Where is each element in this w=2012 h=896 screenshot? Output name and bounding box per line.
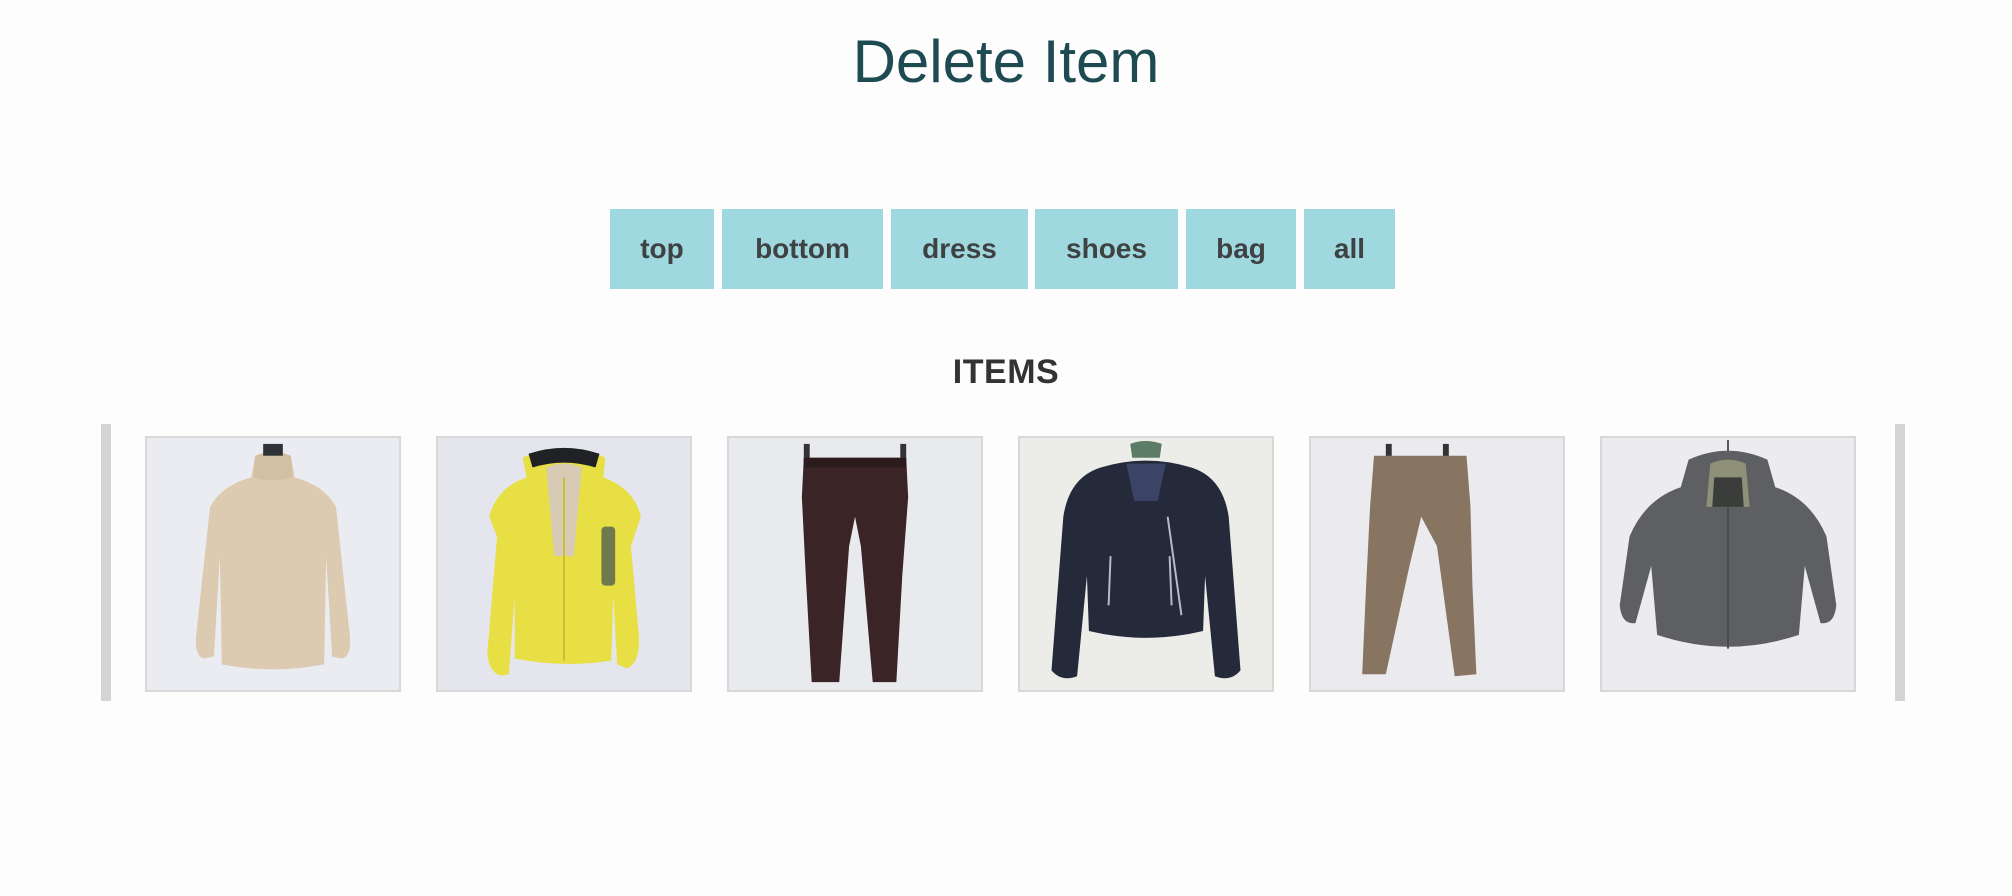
page-title: Delete Item — [852, 28, 1160, 95]
delete-item-page: Delete Item top bottom dress shoes bag a… — [0, 0, 2012, 896]
gray-hooded-jacket-icon — [1602, 438, 1854, 690]
dark-jeans-icon — [729, 438, 981, 690]
items-heading: ITEMS — [952, 353, 1060, 391]
filter-shoes-button[interactable]: shoes — [1035, 209, 1178, 289]
item-card[interactable] — [1018, 436, 1274, 692]
item-card[interactable] — [1600, 436, 1856, 692]
filter-dress-button[interactable]: dress — [891, 209, 1028, 289]
filter-bag-button[interactable]: bag — [1186, 209, 1296, 289]
turtleneck-sweater-icon — [147, 438, 399, 690]
filter-bottom-button[interactable]: bottom — [722, 209, 883, 289]
item-card[interactable] — [145, 436, 401, 692]
item-card[interactable] — [1309, 436, 1565, 692]
carousel-right-scroll-edge[interactable] — [1895, 424, 1905, 701]
category-filter-bar: top bottom dress shoes bag all — [0, 209, 2012, 289]
filter-all-button[interactable]: all — [1304, 209, 1395, 289]
khaki-pants-icon — [1311, 438, 1563, 690]
navy-moto-jacket-icon — [1020, 438, 1272, 690]
yellow-rain-jacket-icon — [438, 438, 690, 690]
filter-top-button[interactable]: top — [610, 209, 714, 289]
carousel-left-scroll-edge[interactable] — [101, 424, 111, 701]
item-card[interactable] — [727, 436, 983, 692]
item-card[interactable] — [436, 436, 692, 692]
